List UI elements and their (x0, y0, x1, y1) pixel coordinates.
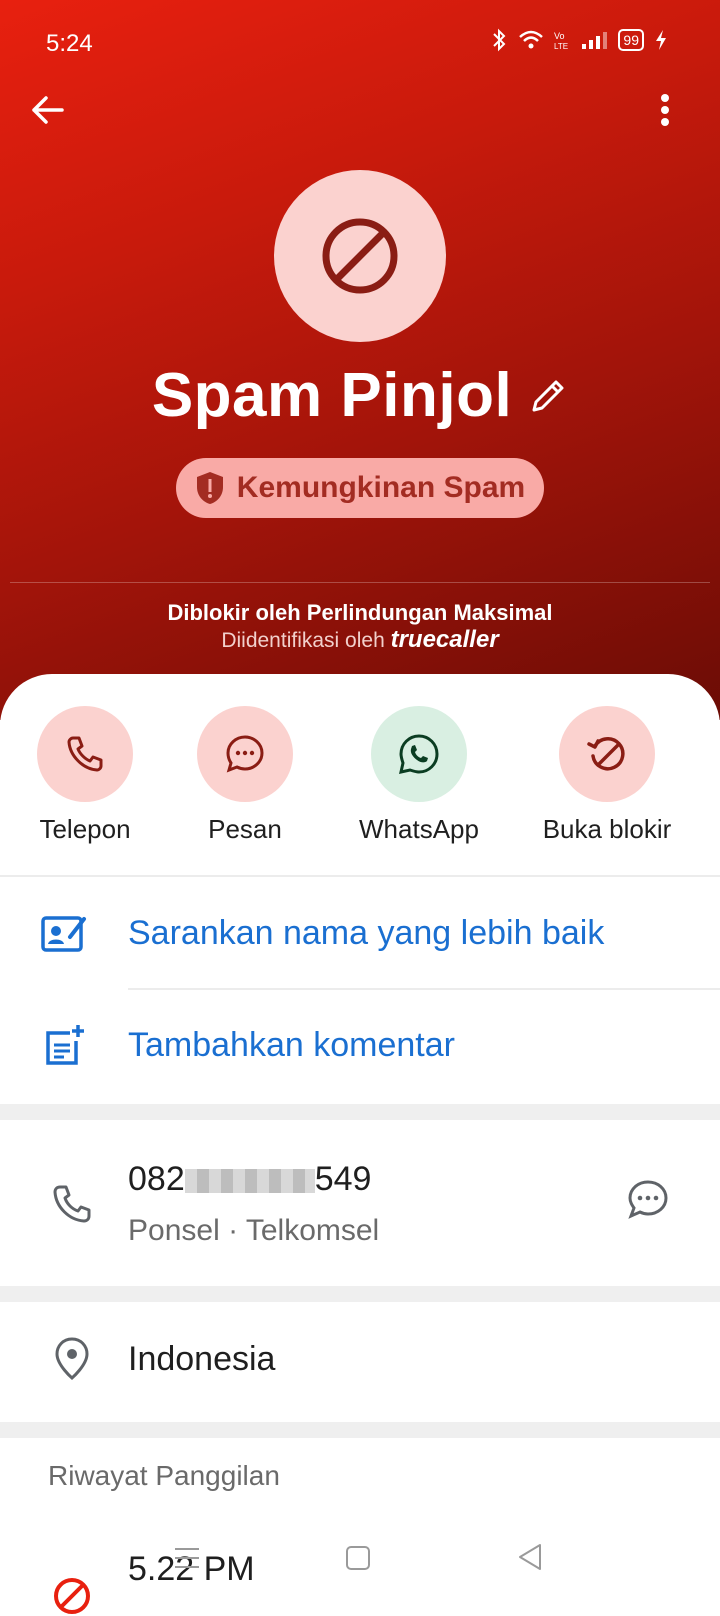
call-action[interactable]: Telepon (0, 706, 170, 845)
blocked-by-text: Diblokir oleh Perlindungan Maksimal (167, 600, 553, 625)
edit-pencil-icon[interactable] (528, 376, 568, 416)
action-bar: Telepon Pesan WhatsApp Buka blokir (0, 706, 720, 856)
home-icon[interactable] (344, 1544, 372, 1572)
status-time: 5:24 (46, 30, 93, 57)
add-comment-row[interactable]: Tambahkan komentar (0, 990, 720, 1100)
phone-outline-icon (53, 1185, 91, 1223)
contact-header: 5:24 Vo LTE 99 Spam Pinjol Kemungkinan Sp… (0, 0, 720, 720)
wifi-icon (519, 30, 544, 49)
volte-icon: VoLTE (554, 31, 568, 51)
whatsapp-icon (399, 734, 439, 774)
signal-icon (582, 32, 608, 49)
location-text: Indonesia (128, 1340, 276, 1378)
phone-number-row[interactable]: 082 549 Ponsel · Telkomsel (0, 1120, 720, 1284)
suggest-name-icon (41, 916, 86, 952)
blocked-call-icon (54, 1578, 90, 1614)
identified-by-text: Diidentifikasi oleh (221, 629, 385, 652)
avatar (274, 170, 446, 342)
add-comment-link[interactable]: Tambahkan komentar (128, 1026, 455, 1065)
phone-carrier: Ponsel · Telkomsel (128, 1214, 380, 1247)
phone-icon (67, 736, 103, 772)
call-action-label: Telepon (39, 814, 131, 844)
section-divider (0, 1422, 720, 1438)
call-action-circle[interactable] (37, 706, 133, 802)
charging-icon (656, 30, 666, 50)
shield-alert-icon (196, 472, 223, 504)
suggest-name-link[interactable]: Sarankan nama yang lebih baik (128, 914, 604, 953)
back-nav-icon[interactable] (516, 1542, 544, 1572)
message-action[interactable]: Pesan (160, 706, 330, 845)
back-arrow-icon[interactable] (28, 90, 68, 130)
call-history-title: Riwayat Panggilan (48, 1460, 280, 1491)
whatsapp-action[interactable]: WhatsApp (334, 706, 504, 845)
blocked-icon (322, 218, 398, 294)
phone-number-end: 549 (314, 1160, 372, 1198)
svg-text:LTE: LTE (554, 42, 568, 51)
spam-badge: Kemungkinan Spam (176, 458, 544, 518)
svg-text:Vo: Vo (554, 31, 565, 41)
location-row: Indonesia (0, 1302, 720, 1422)
status-icons: Vo LTE 99 (490, 28, 668, 52)
more-options-icon[interactable] (650, 92, 680, 132)
redacted-digits (184, 1169, 315, 1194)
sms-icon[interactable] (626, 1178, 670, 1222)
whatsapp-action-circle[interactable] (371, 706, 467, 802)
message-action-label: Pesan (208, 814, 282, 844)
message-icon (226, 735, 264, 773)
status-bar: 5:24 Vo LTE 99 (0, 22, 720, 66)
header-divider (10, 582, 710, 583)
system-nav-bar (0, 1538, 720, 1578)
contact-name: Spam Pinjol (151, 361, 513, 430)
bluetooth-icon (493, 28, 506, 52)
unblock-action-circle[interactable] (559, 706, 655, 802)
identified-by-row: Diidentifikasi oleh truecaller (0, 626, 720, 654)
recent-apps-icon[interactable] (172, 1544, 202, 1572)
divider (0, 875, 720, 877)
unblock-action-label: Buka blokir (542, 814, 672, 844)
contact-name-row: Spam Pinjol (0, 360, 720, 431)
location-pin-icon (55, 1337, 89, 1380)
spam-badge-label: Kemungkinan Spam (236, 471, 526, 504)
whatsapp-action-label: WhatsApp (359, 814, 479, 844)
unblock-action[interactable]: Buka blokir (522, 706, 692, 845)
unblock-icon (587, 737, 625, 771)
section-divider (0, 1286, 720, 1302)
truecaller-logo: truecaller (390, 626, 499, 653)
add-comment-icon (46, 1025, 84, 1065)
battery-indicator: 99 (618, 29, 644, 51)
message-action-circle[interactable] (197, 706, 293, 802)
section-divider (0, 1104, 720, 1120)
phone-number-start: 082 (128, 1160, 185, 1198)
phone-number: 082 549 (128, 1160, 371, 1199)
suggest-name-row[interactable]: Sarankan nama yang lebih baik (0, 878, 720, 988)
